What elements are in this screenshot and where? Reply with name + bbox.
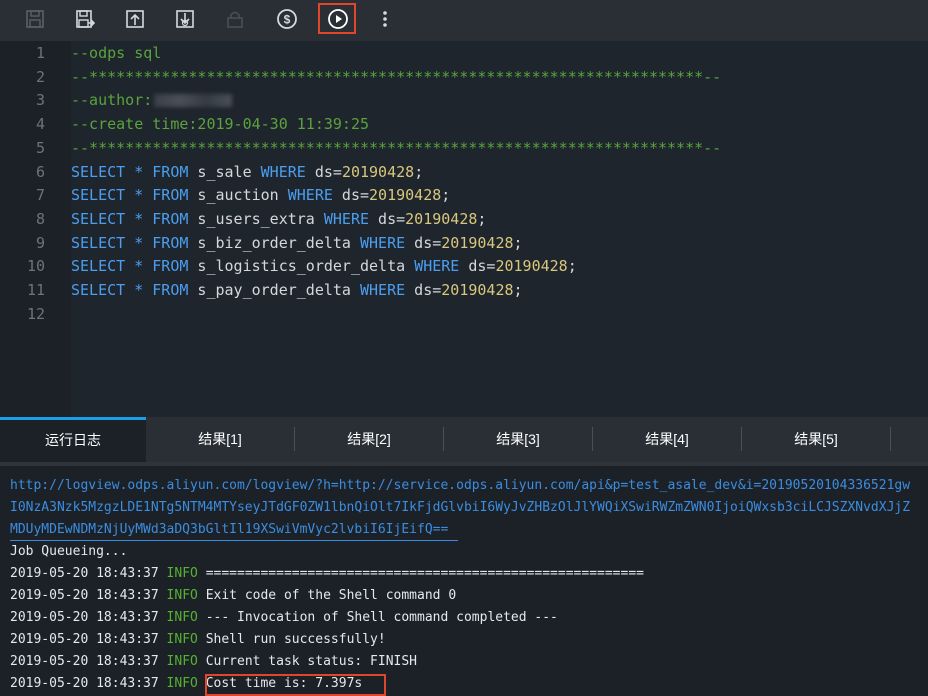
line-number: 3 [35,91,45,110]
log-timestamp: 2019-05-20 18:43:37 [10,566,167,581]
run-log-panel: http://logview.odps.aliyun.com/logview/?… [0,466,928,696]
code-line: 1 --odps sql [0,41,928,65]
log-level: INFO [166,654,206,669]
save-as-icon[interactable] [72,6,98,32]
toolbar: $ [0,0,928,41]
logview-link[interactable]: http://logview.odps.aliyun.com/logview/?… [10,475,910,497]
log-message: Shell run successfully! [205,632,386,647]
log-queue-line: Job Queueing... [10,544,128,559]
log-message: --- Invocation of Shell command complete… [205,610,558,625]
svg-text:$: $ [284,13,291,27]
code-text: SELECT * FROM s_biz_order_delta WHERE ds… [71,233,523,252]
code-line: 9 SELECT * FROM s_biz_order_delta WHERE d… [0,231,928,255]
code-line: 8 SELECT * FROM s_users_extra WHERE ds=20… [0,207,928,231]
tab-run-log[interactable]: 运行日志 [0,417,146,462]
line-number: 5 [35,138,45,157]
logview-link[interactable]: MDUyMDEwNDMzNjUyMWd3aDQ3bGltIl19XSwiVmVy… [10,519,448,541]
result-tabs: 运行日志 结果[1] 结果[2] 结果[3] 结果[4] 结果[5] [0,417,928,462]
code-text: --**************************************… [71,67,722,86]
log-entry: 2019-05-20 18:43:37 INFO ===============… [10,563,644,585]
line-number: 9 [35,233,45,252]
cost-icon[interactable]: $ [274,6,300,32]
cost-time-highlight [205,674,386,696]
log-entry: 2019-05-20 18:43:37 INFO Shell run succe… [10,629,386,651]
tab-result-1[interactable]: 结果[1] [146,417,294,462]
log-entry: 2019-05-20 18:43:37 INFO --- Invocation … [10,607,558,629]
log-message: ========================================… [205,566,644,581]
log-level: INFO [166,588,206,603]
code-text: SELECT * FROM s_auction WHERE ds=2019042… [71,186,451,205]
code-text: --create time:2019-04-30 11:39:25 [71,115,370,134]
lock-icon[interactable] [222,6,248,32]
log-level: INFO [166,610,206,625]
line-number: 12 [26,304,45,323]
log-message: Current task status: FINISH [205,654,418,669]
log-entry: 2019-05-20 18:43:37 INFO Current task st… [10,651,417,673]
run-button-highlight [318,3,356,34]
tab-divider [890,427,891,451]
code-line: 3 --author: [0,88,928,112]
code-line: 5 --*************************************… [0,136,928,160]
line-number: 4 [35,115,45,134]
code-line: 6 SELECT * FROM s_sale WHERE ds=20190428; [0,160,928,184]
line-number: 7 [35,186,45,205]
log-timestamp: 2019-05-20 18:43:37 [10,676,167,691]
tab-result-5[interactable]: 结果[5] [742,417,890,462]
log-timestamp: 2019-05-20 18:43:37 [10,654,167,669]
code-line: 7 SELECT * FROM s_auction WHERE ds=201904… [0,183,928,207]
logview-link[interactable]: I0NzA3Nzk5MzgzLDE1NTg5NTM4MTYseyJTdGF0ZW… [10,497,910,519]
upload-icon[interactable] [122,6,148,32]
code-text: SELECT * FROM s_sale WHERE ds=20190428; [71,162,424,181]
code-line: 11 SELECT * FROM s_pay_order_delta WHERE … [0,278,928,302]
line-number: 6 [35,162,45,181]
code-text: --odps sql [71,44,162,62]
log-timestamp: 2019-05-20 18:43:37 [10,632,167,647]
line-number: 8 [35,209,45,228]
code-text: --author: [71,88,233,112]
log-timestamp: 2019-05-20 18:43:37 [10,588,167,603]
code-text: SELECT * FROM s_pay_order_delta WHERE ds… [71,281,523,299]
line-number: 1 [35,44,45,62]
download-icon[interactable] [172,6,198,32]
code-text: --**************************************… [71,138,722,157]
code-line: 4 --create time:2019-04-30 11:39:25 [0,112,928,136]
log-level: INFO [166,566,206,581]
code-line: 10 SELECT * FROM s_logistics_order_delta … [0,254,928,278]
log-entry: 2019-05-20 18:43:37 INFO Exit code of th… [10,585,456,607]
tab-result-3[interactable]: 结果[3] [444,417,592,462]
log-level: INFO [166,676,206,691]
tab-result-4[interactable]: 结果[4] [593,417,741,462]
line-number: 2 [35,67,45,86]
code-text: SELECT * FROM s_logistics_order_delta WH… [71,257,577,276]
log-message: Exit code of the Shell command 0 [205,588,457,603]
code-line: 12 [0,302,928,326]
save-icon[interactable] [22,6,48,32]
line-number: 11 [26,281,45,299]
code-editor[interactable]: 1 --odps sql 2 --**************************… [0,41,928,417]
more-icon[interactable] [372,6,398,32]
line-number: 10 [26,257,45,276]
code-line: 2 --*************************************… [0,65,928,89]
redacted-author [154,94,233,108]
log-level: INFO [166,632,206,647]
log-timestamp: 2019-05-20 18:43:37 [10,610,167,625]
tab-result-2[interactable]: 结果[2] [295,417,443,462]
code-text: SELECT * FROM s_users_extra WHERE ds=201… [71,209,487,228]
